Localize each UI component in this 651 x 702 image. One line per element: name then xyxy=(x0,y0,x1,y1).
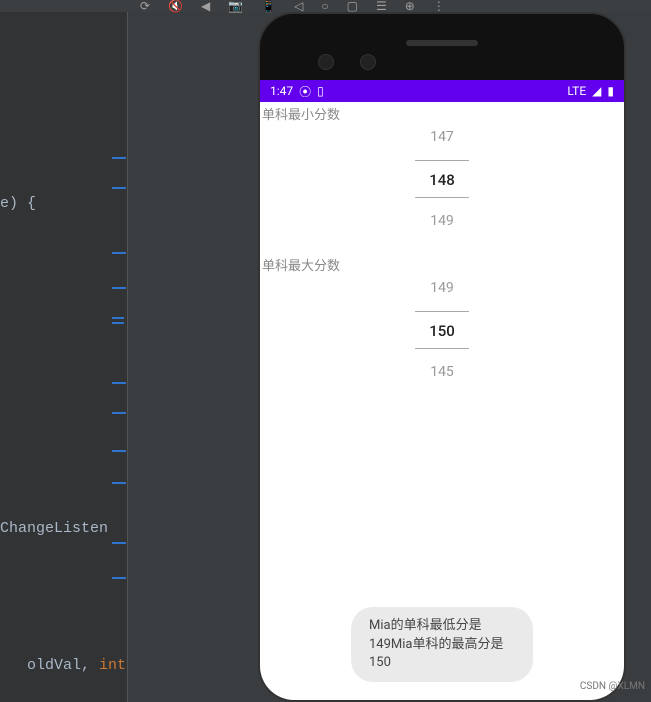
signal-icon: ◢ xyxy=(592,84,601,98)
max-score-label: 单科最大分数 xyxy=(260,253,624,274)
camera-icon xyxy=(318,54,334,70)
picker-next-value[interactable]: 149 xyxy=(430,213,454,229)
gutter-mark xyxy=(112,412,126,414)
watermark-text: CSDN @XLMN xyxy=(580,681,645,692)
editor-gutter xyxy=(0,12,128,702)
code-line: e) { xyxy=(0,195,36,212)
network-label: LTE xyxy=(567,84,586,98)
max-score-picker[interactable]: 149 150 145 xyxy=(260,274,624,404)
gutter-mark xyxy=(112,252,126,254)
toolbar-icon[interactable]: ⟳ xyxy=(140,0,150,13)
code-param: oldVal xyxy=(18,657,81,674)
picker-prev-value[interactable]: 149 xyxy=(430,280,454,296)
device-top-bezel xyxy=(260,14,624,80)
toolbar-icon[interactable]: ◀ xyxy=(201,0,210,13)
picker-divider xyxy=(415,348,469,349)
picker-next-value[interactable]: 145 xyxy=(430,364,454,380)
app-screen[interactable]: 单科最小分数 147 148 149 单科最大分数 149 150 145 Mi… xyxy=(260,102,624,702)
code-keyword: int xyxy=(99,657,126,674)
scrollbar[interactable] xyxy=(625,232,626,272)
ide-toolbar: ⟳ 🔇 ◀ 📷 📱 ◁ ○ ▢ ☰ ⊕ ⋮ xyxy=(0,0,651,12)
card-icon: ▯ xyxy=(317,84,324,98)
picker-selected-value[interactable]: 148 xyxy=(429,171,455,189)
speaker-grill xyxy=(406,40,478,46)
status-time: 1:47 xyxy=(270,84,293,98)
toolbar-icon[interactable]: 📷 xyxy=(228,0,243,13)
gutter-mark xyxy=(112,542,126,544)
gutter-mark xyxy=(112,577,126,579)
status-bar: 1:47 ⦿ ▯ LTE ◢ ▮ xyxy=(260,80,624,102)
gutter-mark xyxy=(112,317,124,324)
gutter-mark xyxy=(112,187,126,189)
min-score-label: 单科最小分数 xyxy=(260,102,624,123)
device-frame: 1:47 ⦿ ▯ LTE ◢ ▮ 单科最小分数 147 148 149 单科最大… xyxy=(258,12,626,702)
gutter-mark xyxy=(112,287,126,289)
code-sep: , xyxy=(81,657,99,674)
code-line: oldVal, int xyxy=(0,640,126,674)
picker-divider xyxy=(415,311,469,312)
picker-divider xyxy=(415,160,469,161)
picker-prev-value[interactable]: 147 xyxy=(430,129,454,145)
gutter-mark xyxy=(112,382,126,384)
camera-icon xyxy=(360,54,376,70)
picker-divider xyxy=(415,197,469,198)
gutter-mark xyxy=(112,482,126,484)
picker-selected-value[interactable]: 150 xyxy=(429,322,455,340)
gutter-mark xyxy=(112,450,126,452)
battery-icon: ▮ xyxy=(607,84,614,98)
toolbar-icon[interactable]: 📱 xyxy=(261,0,276,13)
toolbar-icon[interactable]: 🔇 xyxy=(168,0,183,13)
min-score-picker[interactable]: 147 148 149 xyxy=(260,123,624,253)
code-line: ChangeListen xyxy=(0,520,108,537)
gutter-mark xyxy=(112,157,126,159)
toast-message: Mia的单科最低分是149Mia单科的最高分是150 xyxy=(351,607,533,682)
debug-icon: ⦿ xyxy=(299,83,311,100)
